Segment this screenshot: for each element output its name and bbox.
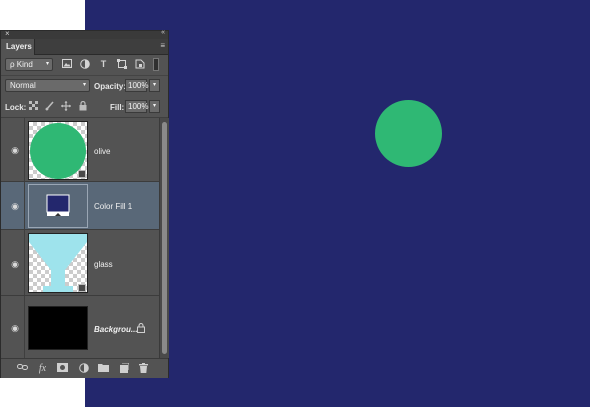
lock-label: Lock: [5,103,27,112]
smart-object-badge-icon [78,170,86,178]
visibility-divider [24,230,25,295]
visibility-divider [24,182,25,229]
panel-tab-strip: Layers ≡ [1,39,168,55]
scrollbar-thumb[interactable] [162,122,167,354]
adjustment-layer-icon[interactable] [78,363,89,374]
visibility-eye-icon[interactable]: ◉ [9,146,21,155]
layer-name-glass[interactable]: glass [94,260,113,269]
tab-layers[interactable]: Layers [1,39,35,55]
delete-layer-icon[interactable] [138,363,149,374]
layers-list: ◉ olive ◉ Color Fill 1 ◉ glass ◉ Backgro… [1,118,159,358]
layer-row-glass[interactable]: ◉ glass [1,230,159,296]
visibility-divider [24,296,25,358]
layers-panel: × « Layers ≡ ρ Kind ▾ T Normal ▾ Opacity… [0,29,169,378]
layer-thumbnail-color-fill[interactable] [28,184,88,228]
filter-kind-select[interactable]: ρ Kind ▾ [5,58,53,71]
layer-thumbnail-olive[interactable] [28,121,88,180]
new-group-icon[interactable] [98,363,109,374]
fx-icon[interactable]: fx [37,363,48,374]
layers-bottom-toolbar: fx [1,358,168,378]
close-panel-icon[interactable]: × [5,29,10,38]
lock-row: Lock: Fill: 100% ▾ [1,97,168,118]
layer-thumbnail-glass[interactable] [28,233,88,293]
blend-mode-value: Normal [10,81,36,90]
layer-name-color-fill-1[interactable]: Color Fill 1 [94,202,132,211]
visibility-eye-icon[interactable]: ◉ [9,202,21,211]
smart-object-badge-icon [78,284,86,292]
panel-title-bar[interactable]: × « [1,29,168,39]
layer-row-color-fill-1[interactable]: ◉ Color Fill 1 [1,182,159,230]
chevron-down-icon: ▾ [45,61,49,67]
shape-filter-icon[interactable] [116,59,127,70]
layer-row-background[interactable]: ◉ Backgrou... [1,296,159,358]
layers-scrollbar[interactable] [159,118,169,358]
lock-image-pixels-icon[interactable] [45,101,55,112]
image-filter-icon[interactable] [61,59,72,70]
fill-dropdown-arrow[interactable]: ▾ [149,100,160,113]
lock-all-icon[interactable] [78,100,88,112]
opacity-input[interactable]: 100% [125,79,148,92]
olive-circle-shape[interactable] [375,100,442,167]
visibility-eye-icon[interactable]: ◉ [9,260,21,269]
layer-row-olive[interactable]: ◉ olive [1,118,159,182]
layer-thumbnail-background[interactable] [28,306,88,350]
chevron-down-icon: ▾ [82,82,86,88]
panel-menu-icon[interactable]: ≡ [160,41,165,50]
fill-label: Fill: [110,103,125,112]
fill-input[interactable]: 100% [125,100,148,113]
lock-transparent-pixels-icon[interactable] [28,101,38,112]
layer-filter-row: ρ Kind ▾ T [1,55,168,76]
filter-kind-label: ρ Kind [10,60,33,69]
collapse-panel-icon[interactable]: « [161,29,165,36]
filter-toggle-switch[interactable] [153,58,159,71]
new-layer-icon[interactable] [118,362,129,374]
add-mask-icon[interactable] [57,363,68,374]
opacity-label: Opacity: [94,82,127,91]
visibility-divider [24,118,25,181]
blend-mode-select[interactable]: Normal ▾ [5,79,90,92]
adjustment-filter-icon[interactable] [79,59,90,70]
type-filter-icon[interactable]: T [98,59,109,70]
opacity-dropdown-arrow[interactable]: ▾ [149,79,160,92]
blend-row: Normal ▾ Opacity: 100% ▾ [1,76,168,96]
link-layers-icon[interactable] [17,363,28,374]
visibility-eye-icon[interactable]: ◉ [9,324,21,333]
layer-name-olive[interactable]: olive [94,147,110,156]
smart-object-filter-icon[interactable] [134,59,145,70]
layer-lock-icon[interactable] [137,322,145,333]
lock-position-icon[interactable] [61,101,71,112]
layer-name-background[interactable]: Backgrou... [94,325,138,334]
